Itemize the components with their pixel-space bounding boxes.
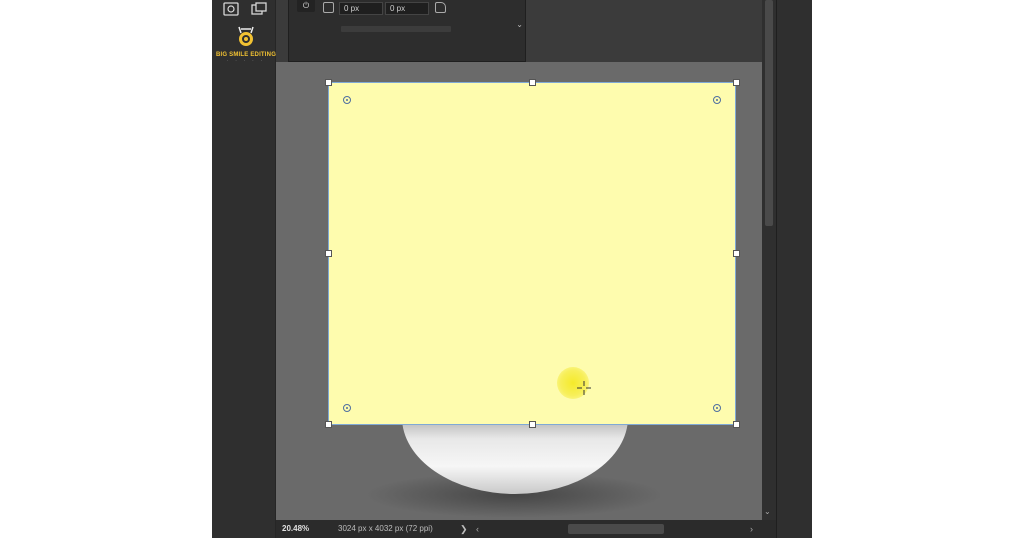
photoshop-window: BIG SMILE EDITING · · · · · ⏻ 0 px 0 px … — [212, 0, 812, 538]
panel-scrollbar[interactable]: ⌄ — [513, 0, 525, 40]
status-menu-chevron-icon[interactable]: ❯ — [460, 520, 468, 538]
logo-tagline: · · · · · — [226, 58, 266, 63]
vertical-scrollbar[interactable]: ⌄ — [762, 0, 776, 520]
offset-y-input[interactable]: 0 px — [385, 2, 429, 15]
transform-handle-bc[interactable] — [529, 421, 536, 428]
corner-radius-handle-bl[interactable] — [343, 404, 351, 412]
link-checkbox-1[interactable] — [323, 2, 334, 13]
offset-x-input[interactable]: 0 px — [339, 2, 383, 15]
zoom-level[interactable]: 20.48% — [282, 520, 309, 538]
transform-handle-tc[interactable] — [529, 79, 536, 86]
transform-handle-tl[interactable] — [325, 79, 332, 86]
scroll-right-icon[interactable]: › — [750, 520, 753, 538]
scroll-down-icon[interactable]: ⌄ — [764, 507, 771, 516]
document-size: 3024 px x 4032 px (72 ppi) — [338, 524, 433, 533]
transform-handle-ml[interactable] — [325, 250, 332, 257]
transform-handle-mr[interactable] — [733, 250, 740, 257]
vertical-scroll-thumb[interactable] — [765, 0, 773, 226]
tools-panel: BIG SMILE EDITING · · · · · — [212, 0, 276, 538]
panel-slider-bar[interactable] — [341, 26, 451, 32]
scroll-left-icon[interactable]: ‹ — [476, 520, 479, 538]
horizontal-scroll-thumb[interactable] — [568, 524, 664, 534]
right-panel-edge — [776, 0, 812, 538]
chevron-down-icon[interactable]: ⌄ — [516, 20, 523, 29]
corner-radius-handle-tl[interactable] — [343, 96, 351, 104]
transform-handle-br[interactable] — [733, 421, 740, 428]
corner-radius-handle-tr[interactable] — [713, 96, 721, 104]
power-icon[interactable]: ⏻ — [297, 0, 315, 12]
link-checkbox-2[interactable] — [435, 2, 446, 13]
corner-radius-handle-br[interactable] — [713, 404, 721, 412]
quick-mask-icon[interactable] — [222, 2, 240, 16]
transform-handle-bl[interactable] — [325, 421, 332, 428]
watermark-logo: BIG SMILE EDITING · · · · · — [216, 24, 276, 68]
smile-logo-icon — [238, 26, 254, 46]
document-canvas[interactable] — [276, 62, 762, 520]
crosshair-cursor-icon — [577, 381, 591, 395]
status-bar: 20.48% 3024 px x 4032 px (72 ppi) ❯ ‹ › — [276, 520, 776, 538]
transform-handle-tr[interactable] — [733, 79, 740, 86]
screen-mode-icon[interactable] — [250, 2, 268, 16]
properties-panel: ⏻ 0 px 0 px ⌄ — [288, 0, 526, 62]
rectangle-shape[interactable] — [328, 82, 736, 425]
